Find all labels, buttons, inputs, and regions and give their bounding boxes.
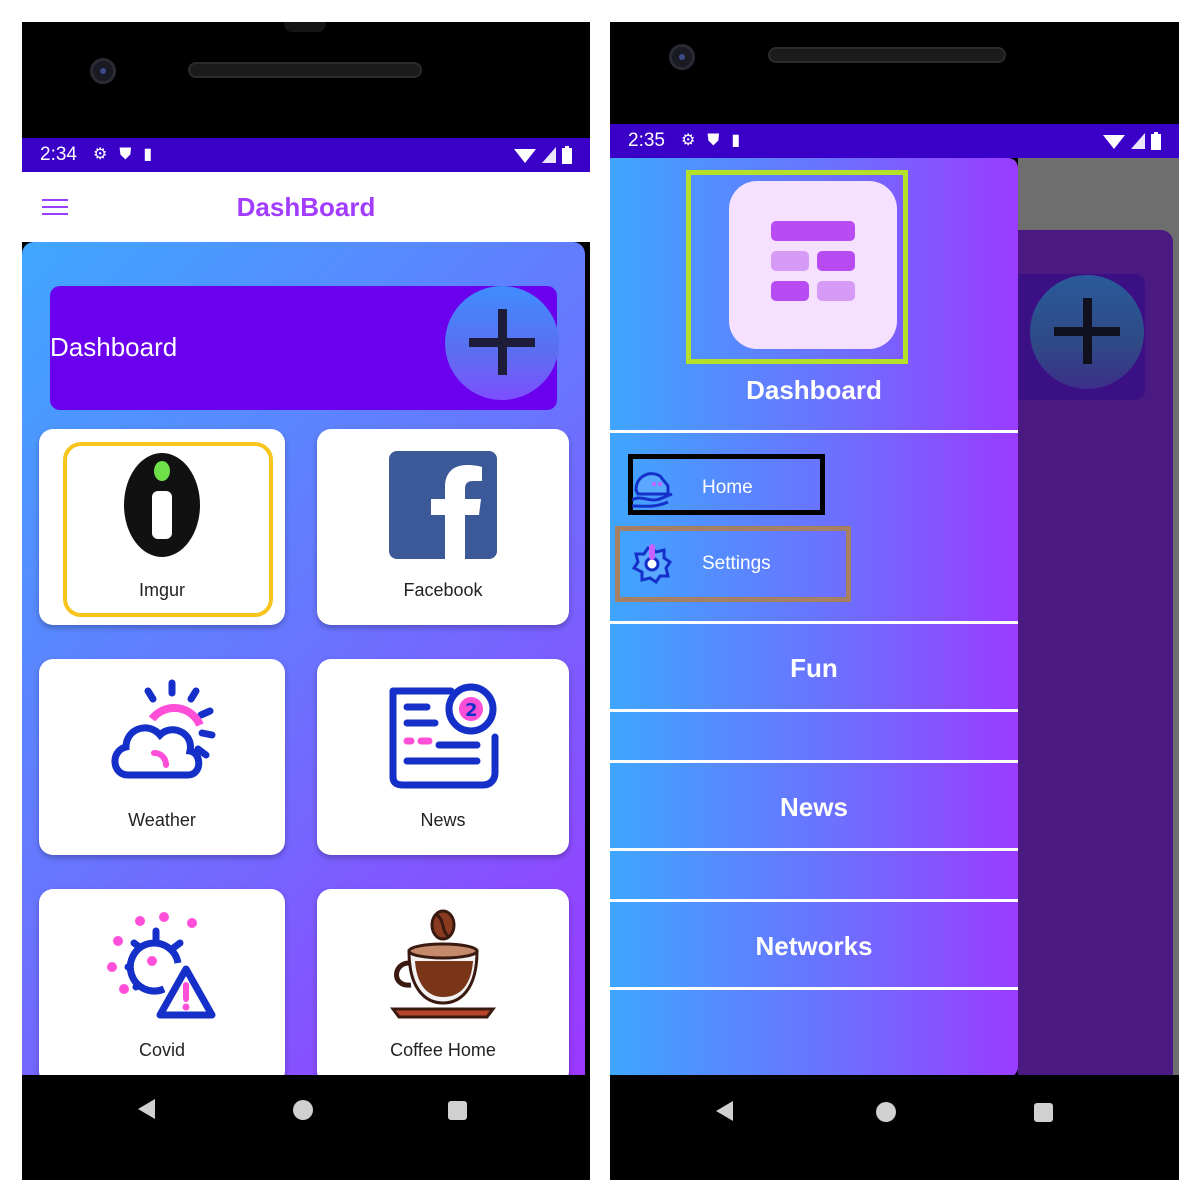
banner-label: Dashboard	[50, 332, 178, 362]
card-label: Coffee Home	[390, 1040, 496, 1060]
service-card-news[interactable]: 2 News	[317, 659, 569, 855]
card-label: News	[420, 810, 466, 830]
page-title: DashBoard	[236, 192, 376, 222]
status-time: 2:34	[40, 144, 77, 165]
back-nav-icon[interactable]	[716, 1101, 733, 1121]
service-card-covid[interactable]: Covid	[39, 889, 285, 1075]
navigation-drawer: Dashboard Home Settings Fun News Network…	[610, 158, 1018, 1077]
coffee-icon	[390, 909, 496, 1019]
drawer-item-home[interactable]: Home	[628, 458, 753, 518]
dashboard-grid-icon	[771, 221, 855, 301]
drawer-section-news[interactable]: News	[610, 792, 1018, 823]
signal-icon	[542, 147, 556, 163]
covid-icon	[107, 912, 216, 1019]
home-icon	[631, 472, 673, 508]
recents-nav-icon[interactable]	[1034, 1103, 1053, 1122]
wifi-icon	[514, 149, 536, 163]
dashboard-content: Dashboard Imgur Facebook Weather 2 News …	[22, 242, 585, 1075]
settings-status-icon: ⚙	[92, 146, 108, 163]
front-camera	[669, 44, 695, 70]
front-camera	[90, 58, 116, 84]
shield-status-icon: ⛊	[707, 132, 720, 149]
facebook-icon	[389, 451, 497, 559]
phone-screen-drawer: 2:35 ⚙ ⛊ ▮ Dashboard Home Settings Fun N…	[610, 22, 1179, 1180]
divider	[610, 709, 1018, 712]
drawer-section-fun[interactable]: Fun	[610, 653, 1018, 684]
battery-icon	[1151, 132, 1161, 150]
divider	[610, 987, 1018, 990]
card-label: Facebook	[403, 580, 483, 600]
divider	[610, 848, 1018, 851]
settings-icon	[631, 544, 673, 585]
divider	[610, 621, 1018, 624]
back-nav-icon[interactable]	[138, 1099, 155, 1119]
status-bar: 2:35 ⚙ ⛊ ▮	[610, 124, 1179, 158]
drawer-item-label: Home	[702, 477, 753, 498]
system-nav-bar	[610, 1075, 1179, 1180]
divider	[610, 899, 1018, 902]
dimmed-add-widget-button	[1030, 275, 1144, 389]
app-bar: DashBoard	[22, 172, 590, 242]
home-nav-icon[interactable]	[293, 1100, 313, 1120]
shield-status-icon: ⛊	[119, 146, 132, 163]
signal-icon	[1131, 133, 1145, 149]
news-icon: 2	[389, 683, 499, 789]
dashboard-banner: Dashboard	[50, 286, 559, 410]
drawer-item-label: Settings	[702, 553, 771, 574]
status-time: 2:35	[628, 130, 665, 151]
phone-notch	[284, 22, 326, 32]
service-card-weather[interactable]: Weather	[39, 659, 285, 855]
sdcard-status-icon: ▮	[143, 146, 153, 163]
card-label: Imgur	[138, 580, 185, 600]
card-label: Weather	[128, 810, 196, 830]
battery-icon	[562, 146, 572, 164]
home-nav-icon[interactable]	[876, 1102, 896, 1122]
drawer-section-networks[interactable]: Networks	[610, 931, 1018, 962]
earpiece-speaker	[188, 62, 422, 78]
highlight-box-logo	[686, 170, 908, 364]
status-bar: 2:34 ⚙ ⛊ ▮	[22, 138, 590, 172]
divider	[610, 430, 1018, 433]
phone-screen-dashboard: 2:34 ⚙ ⛊ ▮ DashBoard Dashboard Imgur Fac…	[22, 22, 590, 1180]
drawer-title: Dashboard	[746, 375, 882, 405]
service-card-coffee[interactable]: Coffee Home	[317, 889, 569, 1075]
app-logo	[729, 181, 897, 349]
drawer-item-settings[interactable]: Settings	[628, 534, 771, 594]
system-nav-bar	[22, 1075, 590, 1180]
service-card-facebook[interactable]: Facebook	[317, 429, 569, 625]
weather-icon	[111, 679, 216, 779]
service-card-imgur[interactable]: Imgur	[39, 429, 285, 625]
imgur-icon	[124, 453, 200, 557]
card-label: Covid	[138, 1040, 186, 1060]
wifi-icon	[1103, 135, 1125, 149]
settings-status-icon: ⚙	[680, 132, 696, 149]
svg-text:2: 2	[465, 700, 478, 721]
sdcard-status-icon: ▮	[731, 132, 741, 149]
add-widget-button[interactable]	[445, 286, 559, 400]
recents-nav-icon[interactable]	[448, 1101, 467, 1120]
divider	[610, 760, 1018, 763]
earpiece-speaker	[768, 47, 1006, 63]
